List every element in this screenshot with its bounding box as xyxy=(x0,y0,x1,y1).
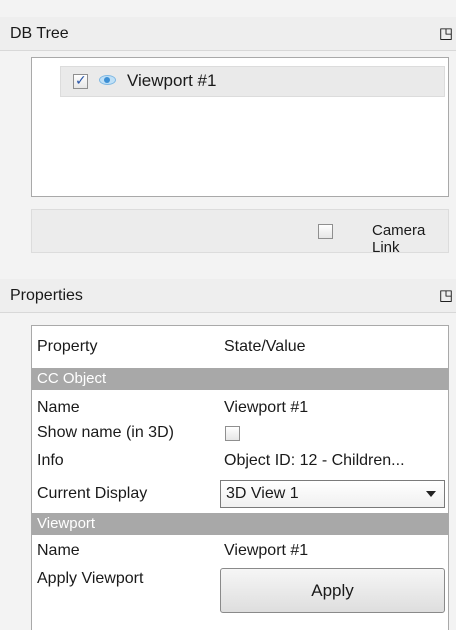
properties-header: Properties ◳ xyxy=(0,279,456,313)
float-window-icon[interactable]: ◳ xyxy=(438,279,454,313)
group-header-viewport: Viewport xyxy=(32,513,448,535)
property-name: Apply Viewport xyxy=(37,570,144,587)
property-name: Name xyxy=(37,542,80,559)
properties-table[interactable]: Property State/Value CC Object Name View… xyxy=(31,325,449,630)
tree-item-label: Viewport #1 xyxy=(127,71,217,90)
property-value: Viewport #1 xyxy=(224,542,309,559)
camera-link-bar: Camera Link xyxy=(31,209,449,256)
property-name: Info xyxy=(37,452,64,469)
property-value: Object ID: 12 - Children... xyxy=(224,452,405,469)
group-header-cc-object: CC Object xyxy=(32,368,448,390)
chevron-down-icon xyxy=(426,491,436,497)
current-display-select[interactable]: 3D View 1 xyxy=(220,480,445,508)
properties-title: Properties xyxy=(10,287,83,304)
tree-item-checkbox[interactable] xyxy=(73,72,88,89)
eye-icon xyxy=(99,75,116,85)
apply-button[interactable]: Apply xyxy=(220,568,445,613)
property-value: Viewport #1 xyxy=(224,399,309,416)
float-window-icon[interactable]: ◳ xyxy=(438,17,454,51)
column-header-property[interactable]: Property xyxy=(37,326,97,368)
db-tree-header: DB Tree ◳ xyxy=(0,17,456,51)
show-name-checkbox[interactable] xyxy=(225,426,240,441)
tree-item-viewport[interactable]: Viewport #1 xyxy=(60,66,445,97)
camera-link-checkbox[interactable] xyxy=(318,224,333,239)
db-tree-view[interactable]: Viewport #1 xyxy=(31,57,449,197)
property-name: Current Display xyxy=(37,485,148,502)
property-name: Name xyxy=(37,399,80,416)
column-header-value[interactable]: State/Value xyxy=(224,326,306,368)
camera-link-label: Camera Link xyxy=(372,222,426,256)
property-name: Show name (in 3D) xyxy=(37,424,174,441)
db-tree-title: DB Tree xyxy=(10,25,69,42)
current-display-value: 3D View 1 xyxy=(226,485,299,502)
